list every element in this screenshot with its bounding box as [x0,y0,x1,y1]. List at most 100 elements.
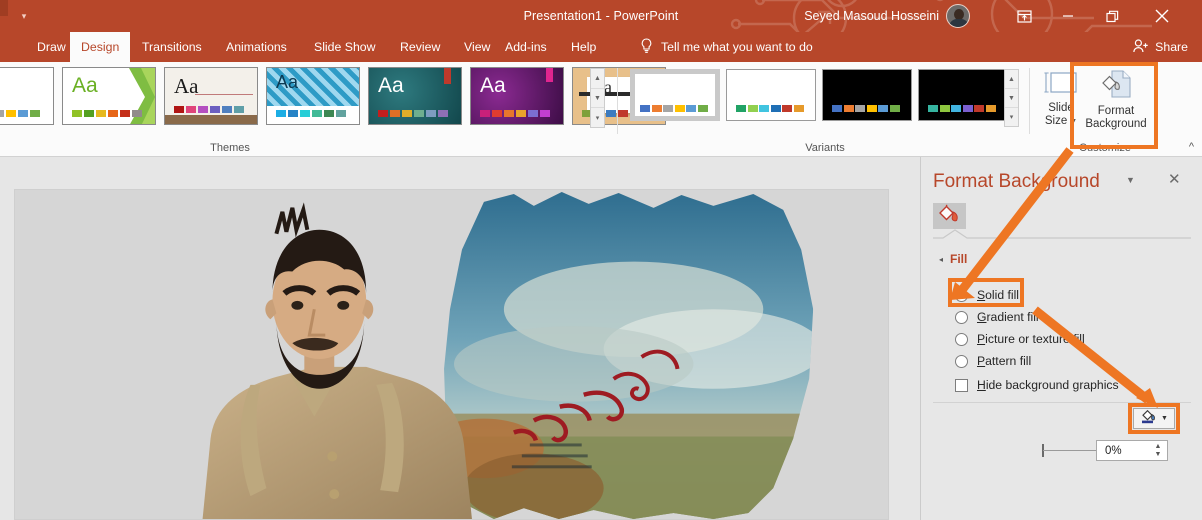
option-label-pattern-fill: Pattern fill [977,354,1032,368]
more-down-icon[interactable]: ▾ [591,108,604,127]
option-gradient-fill[interactable]: Gradient fill [955,307,1039,327]
transparency-input[interactable]: 0% ▲ ▼ [1096,440,1168,461]
stepper-up-icon[interactable]: ▲ [1155,443,1162,450]
option-label-picture-or-texture-fill: Picture or texture fill [977,332,1085,346]
avatar[interactable] [946,4,970,28]
checkbox-hide-background-graphics[interactable]: Hide background graphics [955,375,1119,395]
theme-aa-label: Aa [174,74,199,98]
chevron-up-icon[interactable]: ▲ [591,69,604,89]
option-label-gradient-fill: Gradient fill [977,310,1039,324]
chevron-down-icon[interactable]: ▼ [591,89,604,109]
chevron-up-icon[interactable]: ^ [1189,141,1194,153]
theme-aa-label: Aa [480,74,506,97]
ribbon-display-options-icon[interactable] [1002,0,1046,32]
option-picture-or-texture-fill[interactable]: Picture or texture fill [955,329,1085,349]
annotation-box-color-swatch [1128,403,1180,434]
share-person-icon [1133,38,1149,56]
radio-gradient-fill[interactable] [955,310,968,324]
more-down-icon[interactable]: ▾ [1005,108,1018,126]
tab-transitions[interactable]: Transitions [131,32,213,62]
theme-damask[interactable]: Aa [266,67,360,125]
variants-scrollbar[interactable]: ▲ ▼ ▾ [1004,69,1019,127]
theme-office[interactable]: Aa [0,67,54,125]
close-icon[interactable]: ✕ [1168,170,1181,188]
fill-section-header[interactable]: ◂ Fill [939,252,967,266]
variant-1[interactable] [630,69,720,121]
theme-gallery-floor [165,115,257,124]
variant-swatches [832,105,900,112]
tell-me-label: Tell me what you want to do [661,40,813,54]
share-button[interactable]: Share [1133,32,1188,62]
variant-swatches [736,105,804,112]
theme-aa-label: Aa [72,74,98,97]
annotation-box-solid-fill [948,278,1024,307]
theme-swatches [72,110,142,117]
title-bar: ▾ Presentation1 - PowerPoint Seyed Masou… [0,0,1202,32]
paint-bucket-icon [938,204,962,229]
variant-2[interactable] [726,69,816,121]
variants-gallery[interactable] [630,69,1008,121]
tab-help[interactable]: Help [560,32,607,62]
variant-swatches [640,105,708,112]
transparency-value: 0% [1105,444,1122,457]
format-background-pane: Format Background ▼ ✕ ◂ Fill Solid fill [920,157,1202,520]
slide-canvas[interactable] [14,189,889,520]
group-separator [1029,68,1030,134]
theme-berlin-ribbon [546,68,553,82]
slide-work-area [0,157,920,520]
share-label: Share [1155,40,1188,54]
slide-size-label-line2: Size [1044,115,1068,128]
radio-pattern-fill[interactable] [955,354,968,368]
tab-slide-show[interactable]: Slide Show [303,32,387,62]
theme-badge[interactable]: Aa [368,67,462,125]
restore-button[interactable] [1090,0,1134,32]
pane-title: Format Background [933,171,1100,192]
minimize-button[interactable] [1046,0,1090,32]
theme-badge-ribbon [444,68,451,84]
theme-swatches [174,106,244,113]
theme-aa-label: Aa [378,74,404,97]
theme-swatches [276,110,346,117]
tab-review[interactable]: Review [389,32,451,62]
tab-add-ins[interactable]: Add-ins [494,32,558,62]
account-info[interactable]: Seyed Masoud Hosseini [804,0,970,32]
theme-berlin[interactable]: Aa [470,67,564,125]
account-name: Seyed Masoud Hosseini [804,9,939,23]
chevron-down-icon[interactable]: ▼ [1005,89,1018,108]
annotation-box-format-background [1070,62,1158,149]
tab-animations[interactable]: Animations [215,32,298,62]
themes-gallery[interactable]: Aa Aa Aa Aa Aa [0,67,666,129]
theme-swatches [378,110,448,117]
ribbon: Aa Aa Aa Aa Aa ▲ ▼ ▾ Themes ▲ ▼ ▾ Varian… [0,62,1202,157]
close-button[interactable] [1140,0,1184,32]
pane-tab-peak [933,229,1191,239]
slide-artwork [15,190,888,519]
theme-aa-label: Aa [276,72,299,92]
tell-me-search[interactable]: Tell me what you want to do [640,32,813,62]
variant-swatches [928,105,996,112]
group-label-variants: Variants [805,142,845,154]
radio-picture-or-texture-fill[interactable] [955,332,968,346]
theme-swatches [480,110,550,117]
ribbon-tab-strip: Draw Design Transitions Animations Slide… [0,32,1202,62]
theme-facet[interactable]: Aa [62,67,156,125]
fill-section-label: Fill [950,252,968,266]
group-label-themes: Themes [210,142,250,154]
themes-scrollbar[interactable]: ▲ ▼ ▾ [590,68,605,128]
variant-3[interactable] [822,69,912,121]
option-pattern-fill[interactable]: Pattern fill [955,351,1031,371]
checkbox-box[interactable] [955,378,968,392]
group-separator [617,68,618,134]
tab-design[interactable]: Design [70,32,131,62]
theme-gallery[interactable]: Aa [164,67,258,125]
chevron-up-icon[interactable]: ▲ [1005,70,1018,89]
theme-swatches [0,110,40,117]
variant-4[interactable] [918,69,1008,121]
fill-tab-button[interactable] [933,203,966,229]
lightbulb-icon [640,37,653,57]
stepper-down-icon[interactable]: ▼ [1155,451,1162,458]
checkbox-label-hide-background-graphics: Hide background graphics [977,378,1119,392]
chevron-down-icon[interactable]: ▼ [1126,175,1135,185]
triangle-collapse-icon[interactable]: ◂ [939,255,943,264]
transparency-stepper[interactable]: ▲ ▼ [1151,442,1165,459]
